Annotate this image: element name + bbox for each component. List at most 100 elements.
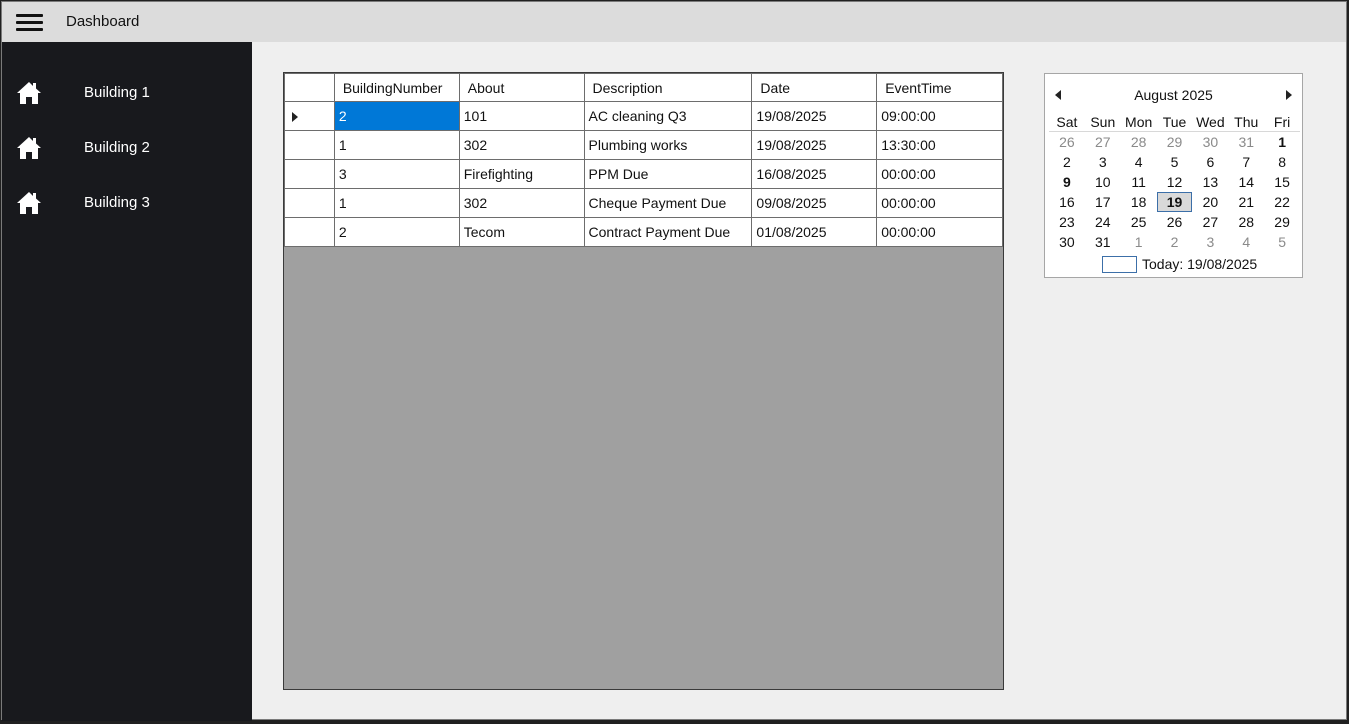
calendar-day[interactable]: 3	[1192, 232, 1228, 252]
table-cell[interactable]: 1	[333, 188, 460, 218]
sidebar-item-building-1[interactable]: Building 1	[2, 68, 252, 118]
calendar-day[interactable]: 7	[1228, 152, 1264, 172]
calendar-day[interactable]: 3	[1085, 152, 1121, 172]
table-cell[interactable]: 13:30:00	[876, 130, 1003, 160]
calendar-day[interactable]: 30	[1049, 232, 1085, 252]
calendar-day[interactable]: 4	[1121, 152, 1157, 172]
calendar-day[interactable]: 22	[1264, 192, 1300, 212]
weekday-label: Thu	[1228, 112, 1265, 132]
table-cell[interactable]: 101	[458, 101, 585, 131]
row-header[interactable]	[284, 188, 335, 218]
table-cell[interactable]: 3	[333, 159, 460, 189]
table-cell[interactable]: Plumbing works	[583, 130, 753, 160]
calendar-day[interactable]: 26	[1049, 132, 1085, 152]
row-header[interactable]	[284, 159, 335, 189]
table-cell[interactable]: 302	[458, 130, 585, 160]
table-cell[interactable]: Cheque Payment Due	[583, 188, 753, 218]
calendar-day[interactable]: 5	[1264, 232, 1300, 252]
calendar-day[interactable]: 10	[1085, 172, 1121, 192]
calendar-day[interactable]: 31	[1085, 232, 1121, 252]
calendar-day[interactable]: 20	[1192, 192, 1228, 212]
calendar-day[interactable]: 28	[1121, 132, 1157, 152]
sidebar-item-building-3[interactable]: Building 3	[2, 178, 252, 228]
column-header-buildingnumber[interactable]: BuildingNumber	[333, 73, 460, 102]
calendar-day[interactable]: 13	[1192, 172, 1228, 192]
sidebar-item-label: Building 2	[84, 139, 150, 156]
weekday-label: Sat	[1049, 112, 1085, 132]
next-month-icon[interactable]	[1286, 90, 1292, 100]
table-cell[interactable]: AC cleaning Q3	[583, 101, 753, 131]
calendar-day[interactable]: 2	[1049, 152, 1085, 172]
row-header[interactable]	[284, 217, 335, 247]
table-cell[interactable]: Contract Payment Due	[583, 217, 753, 247]
table-cell[interactable]: 302	[458, 188, 585, 218]
table-cell[interactable]: 00:00:00	[876, 217, 1003, 247]
calendar-day[interactable]: 16	[1049, 192, 1085, 212]
calendar-day[interactable]: 23	[1049, 212, 1085, 232]
calendar-day[interactable]: 18	[1121, 192, 1157, 212]
row-header-corner[interactable]	[284, 73, 335, 102]
table-row[interactable]: 2 101 AC cleaning Q3 19/08/2025 09:00:00	[284, 101, 1003, 131]
calendar-day[interactable]: 31	[1228, 132, 1264, 152]
calendar-day[interactable]: 12	[1157, 172, 1193, 192]
calendar-day[interactable]: 9	[1049, 172, 1085, 192]
calendar-day[interactable]: 30	[1192, 132, 1228, 152]
calendar-day[interactable]: 24	[1085, 212, 1121, 232]
calendar-day[interactable]: 25	[1121, 212, 1157, 232]
calendar-day[interactable]: 29	[1157, 132, 1193, 152]
calendar-day[interactable]: 21	[1228, 192, 1264, 212]
calendar-day[interactable]: 29	[1264, 212, 1300, 232]
table-cell[interactable]: 2	[333, 217, 460, 247]
calendar-day[interactable]: 8	[1264, 152, 1300, 172]
table-cell[interactable]: Firefighting	[458, 159, 585, 189]
table-cell[interactable]: 00:00:00	[876, 159, 1003, 189]
calendar-day[interactable]: 6	[1192, 152, 1228, 172]
home-icon	[17, 137, 41, 159]
month-calendar[interactable]: August 2025 Sat Sun Mon Tue Wed Thu Fri 26 27 28 2…	[1044, 73, 1303, 278]
column-header-about[interactable]: About	[458, 73, 585, 102]
calendar-day-today[interactable]: 19	[1156, 192, 1193, 212]
table-cell[interactable]: 2	[333, 101, 460, 131]
calendar-day[interactable]: 27	[1085, 132, 1121, 152]
table-row[interactable]: 1 302 Plumbing works 19/08/2025 13:30:00	[284, 130, 1003, 160]
home-icon	[17, 82, 41, 104]
table-cell[interactable]: 19/08/2025	[751, 101, 878, 131]
calendar-day[interactable]: 14	[1228, 172, 1264, 192]
row-header[interactable]	[284, 130, 335, 160]
table-row[interactable]: 3 Firefighting PPM Due 16/08/2025 00:00:…	[284, 159, 1003, 189]
table-cell[interactable]: 1	[333, 130, 460, 160]
table-cell[interactable]: 19/08/2025	[751, 130, 878, 160]
calendar-day[interactable]: 27	[1192, 212, 1228, 232]
menu-icon[interactable]	[16, 14, 43, 32]
calendar-day[interactable]: 1	[1264, 132, 1300, 152]
weekday-label: Sun	[1084, 112, 1121, 132]
table-row[interactable]: 1 302 Cheque Payment Due 09/08/2025 00:0…	[284, 188, 1003, 218]
calendar-day[interactable]: 2	[1157, 232, 1193, 252]
table-cell[interactable]: 01/08/2025	[751, 217, 878, 247]
table-cell[interactable]: 09/08/2025	[751, 188, 878, 218]
calendar-day[interactable]: 26	[1157, 212, 1193, 232]
table-row[interactable]: 2 Tecom Contract Payment Due 01/08/2025 …	[284, 217, 1003, 247]
today-label[interactable]: Today: 19/08/2025	[1142, 256, 1257, 272]
column-header-eventtime[interactable]: EventTime	[876, 73, 1003, 102]
weekday-label: Wed	[1192, 112, 1229, 132]
table-cell[interactable]: 09:00:00	[876, 101, 1003, 131]
row-header[interactable]	[284, 101, 335, 131]
calendar-day[interactable]: 15	[1264, 172, 1300, 192]
calendar-day[interactable]: 11	[1121, 172, 1157, 192]
calendar-day[interactable]: 1	[1121, 232, 1157, 252]
today-marker-box[interactable]	[1102, 256, 1137, 273]
calendar-day[interactable]: 17	[1085, 192, 1121, 212]
column-header-description[interactable]: Description	[583, 73, 753, 102]
column-header-date[interactable]: Date	[751, 73, 878, 102]
calendar-day[interactable]: 4	[1228, 232, 1264, 252]
calendar-day[interactable]: 28	[1228, 212, 1264, 232]
table-cell[interactable]: 00:00:00	[876, 188, 1003, 218]
table-cell[interactable]: PPM Due	[583, 159, 753, 189]
table-cell[interactable]: Tecom	[458, 217, 585, 247]
sidebar-item-building-2[interactable]: Building 2	[2, 123, 252, 173]
calendar-month-label[interactable]: August 2025	[1045, 87, 1302, 103]
calendar-day[interactable]: 5	[1157, 152, 1193, 172]
events-data-grid[interactable]: BuildingNumber About Description Date Ev…	[283, 72, 1004, 690]
table-cell[interactable]: 16/08/2025	[751, 159, 878, 189]
